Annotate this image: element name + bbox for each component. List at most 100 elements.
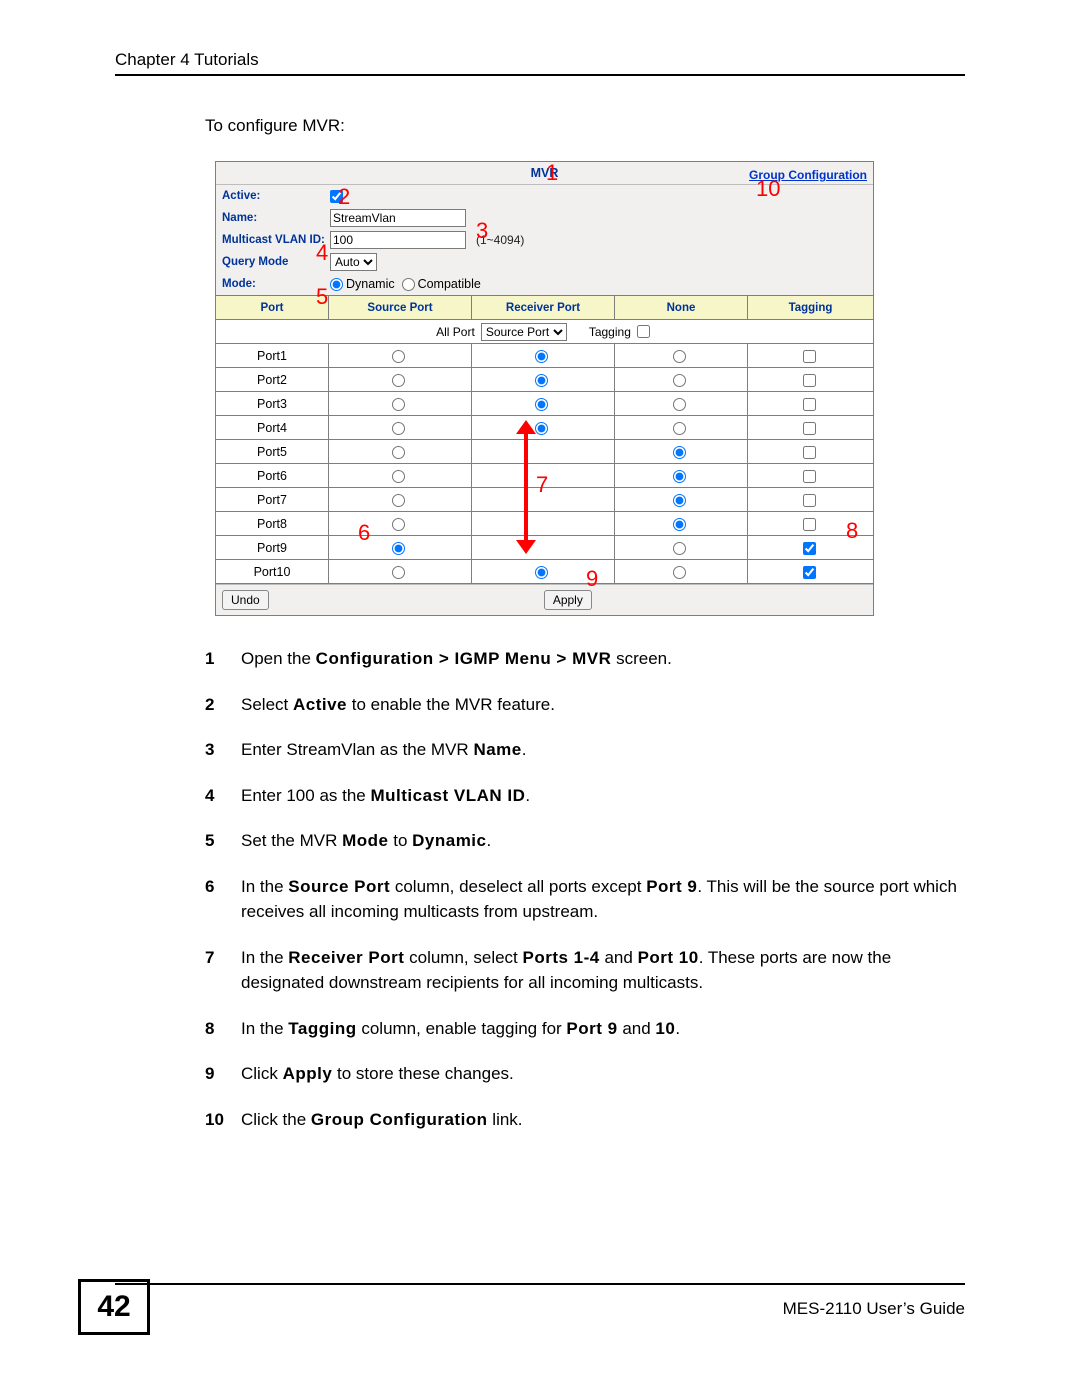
source-port-radio[interactable]	[392, 518, 405, 531]
source-port-radio[interactable]	[392, 542, 405, 555]
tagging-checkbox[interactable]	[803, 470, 816, 483]
step-number: 6	[205, 874, 241, 925]
name-input[interactable]	[330, 209, 466, 227]
step-number: 1	[205, 646, 241, 672]
list-item: 5Set the MVR Mode to Dynamic.	[205, 828, 965, 854]
receiver-port-radio[interactable]	[535, 398, 548, 411]
none-radio[interactable]	[673, 350, 686, 363]
apply-button[interactable]: Apply	[544, 590, 592, 610]
list-item: 8In the Tagging column, enable tagging f…	[205, 1016, 965, 1042]
col-port: Port	[216, 296, 329, 320]
page-number: 42	[78, 1279, 150, 1335]
tagging-checkbox[interactable]	[803, 350, 816, 363]
step-text: In the Source Port column, deselect all …	[241, 874, 965, 925]
step-text: Enter 100 as the Multicast VLAN ID.	[241, 783, 965, 809]
list-item: 3Enter StreamVlan as the MVR Name.	[205, 737, 965, 763]
col-tagging: Tagging	[748, 296, 874, 320]
source-port-radio[interactable]	[392, 422, 405, 435]
mvr-panel: MVR Group Configuration Active: Name: Mu…	[215, 161, 874, 616]
none-radio[interactable]	[673, 374, 686, 387]
source-port-radio[interactable]	[392, 494, 405, 507]
none-radio[interactable]	[673, 422, 686, 435]
source-port-radio[interactable]	[392, 350, 405, 363]
table-row: Port1	[216, 344, 873, 368]
receiver-port-radio[interactable]	[535, 350, 548, 363]
step-number: 8	[205, 1016, 241, 1042]
port-name: Port4	[216, 416, 329, 440]
source-port-radio[interactable]	[392, 374, 405, 387]
none-radio[interactable]	[673, 542, 686, 555]
step-text: Set the MVR Mode to Dynamic.	[241, 828, 965, 854]
list-item: 7In the Receiver Port column, select Por…	[205, 945, 965, 996]
step-number: 9	[205, 1061, 241, 1087]
table-row: Port5	[216, 440, 873, 464]
port-name: Port7	[216, 488, 329, 512]
receiver-port-radio[interactable]	[535, 422, 548, 435]
step-text: Open the Configuration > IGMP Menu > MVR…	[241, 646, 965, 672]
col-source: Source Port	[329, 296, 472, 320]
allport-tagging-label: Tagging	[589, 325, 631, 339]
tagging-checkbox[interactable]	[803, 422, 816, 435]
tagging-checkbox[interactable]	[803, 542, 816, 555]
source-port-radio[interactable]	[392, 470, 405, 483]
query-mode-select[interactable]: Auto	[330, 253, 377, 271]
receiver-port-radio[interactable]	[535, 566, 548, 579]
mode-dynamic-option[interactable]: Dynamic	[330, 277, 395, 291]
ports-table: Port Source Port Receiver Port None Tagg…	[216, 295, 873, 584]
footer-rule	[115, 1283, 965, 1285]
none-radio[interactable]	[673, 566, 686, 579]
chapter-header: Chapter 4 Tutorials	[115, 50, 965, 76]
undo-button[interactable]: Undo	[222, 590, 269, 610]
none-radio[interactable]	[673, 470, 686, 483]
group-configuration-link[interactable]: Group Configuration	[749, 164, 867, 186]
step-text: Click the Group Configuration link.	[241, 1107, 965, 1133]
step-text: Select Active to enable the MVR feature.	[241, 692, 965, 718]
step-number: 7	[205, 945, 241, 996]
none-radio[interactable]	[673, 518, 686, 531]
none-radio[interactable]	[673, 398, 686, 411]
step-number: 5	[205, 828, 241, 854]
label-name: Name:	[222, 212, 330, 224]
table-row: Port3	[216, 392, 873, 416]
list-item: 2Select Active to enable the MVR feature…	[205, 692, 965, 718]
list-item: 10Click the Group Configuration link.	[205, 1107, 965, 1133]
allport-tagging-checkbox[interactable]	[637, 325, 650, 338]
mode-compatible-option[interactable]: Compatible	[402, 277, 481, 291]
list-item: 4Enter 100 as the Multicast VLAN ID.	[205, 783, 965, 809]
tagging-checkbox[interactable]	[803, 398, 816, 411]
tagging-checkbox[interactable]	[803, 518, 816, 531]
source-port-radio[interactable]	[392, 446, 405, 459]
tagging-checkbox[interactable]	[803, 494, 816, 507]
none-radio[interactable]	[673, 494, 686, 507]
table-row: Port6	[216, 464, 873, 488]
allport-select[interactable]: Source Port	[481, 323, 567, 341]
port-name: Port5	[216, 440, 329, 464]
vlan-hint: (1~4094)	[476, 233, 524, 247]
tagging-checkbox[interactable]	[803, 566, 816, 579]
list-item: 1Open the Configuration > IGMP Menu > MV…	[205, 646, 965, 672]
guide-title: MES-2110 User’s Guide	[783, 1299, 965, 1319]
port-name: Port6	[216, 464, 329, 488]
table-row: Port9	[216, 536, 873, 560]
active-checkbox[interactable]	[330, 190, 343, 203]
vlan-id-input[interactable]	[330, 231, 466, 249]
label-vlan: Multicast VLAN ID:	[222, 234, 330, 246]
none-radio[interactable]	[673, 446, 686, 459]
tagging-checkbox[interactable]	[803, 446, 816, 459]
intro-text: To configure MVR:	[205, 116, 965, 136]
table-row: Port10	[216, 560, 873, 584]
table-row: Port7	[216, 488, 873, 512]
receiver-port-radio[interactable]	[535, 374, 548, 387]
step-number: 4	[205, 783, 241, 809]
table-row: Port8	[216, 512, 873, 536]
tagging-checkbox[interactable]	[803, 374, 816, 387]
col-receiver: Receiver Port	[472, 296, 615, 320]
col-none: None	[615, 296, 748, 320]
step-text: In the Receiver Port column, select Port…	[241, 945, 965, 996]
label-query: Query Mode	[222, 256, 330, 268]
label-active: Active:	[222, 190, 330, 202]
source-port-radio[interactable]	[392, 566, 405, 579]
port-name: Port9	[216, 536, 329, 560]
source-port-radio[interactable]	[392, 398, 405, 411]
panel-title: MVR	[531, 166, 559, 180]
